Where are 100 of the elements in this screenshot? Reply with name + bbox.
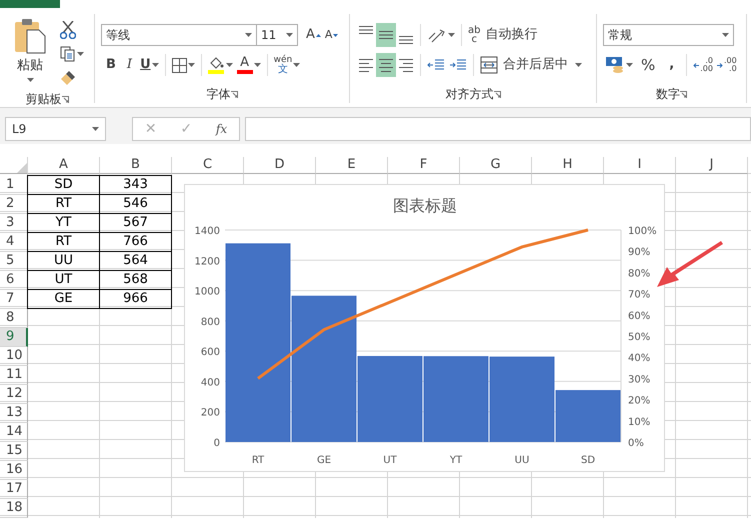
dialog-launcher-icon[interactable] <box>494 90 500 98</box>
caret-icon <box>152 63 159 67</box>
align-button[interactable] <box>376 53 396 77</box>
merge-center-button[interactable]: 合并后居中 <box>478 53 584 77</box>
column-header[interactable]: F <box>388 157 460 174</box>
axis-label: 0% <box>628 438 644 449</box>
arrow-icon <box>693 62 700 68</box>
caret-icon <box>254 63 261 67</box>
formula-input[interactable] <box>245 117 751 141</box>
scissors-icon <box>60 21 76 39</box>
paste-button[interactable]: 粘贴 <box>12 18 48 90</box>
axis-label: 20% <box>628 396 650 407</box>
comma-button[interactable]: , <box>667 53 676 77</box>
dialog-launcher-icon[interactable] <box>230 90 238 98</box>
row-header[interactable]: 5 <box>0 252 28 271</box>
row-header[interactable]: 9 <box>0 328 28 347</box>
shrink-font-button[interactable]: A <box>322 23 340 47</box>
caret-icon <box>626 63 633 67</box>
dialog-launcher-icon[interactable] <box>62 96 68 102</box>
table-cell: GE <box>27 289 100 309</box>
align-button[interactable] <box>376 23 396 47</box>
column-header[interactable]: C <box>172 157 244 174</box>
horizontal-align-icon <box>399 58 413 72</box>
row-header[interactable]: 2 <box>0 195 28 214</box>
percent-button[interactable]: % <box>639 53 658 77</box>
chart-title: 图表标题 <box>393 196 457 215</box>
group-label: 数字 <box>656 86 680 103</box>
row-header[interactable]: 16 <box>0 461 28 480</box>
grow-font-button[interactable]: A <box>304 23 323 47</box>
name-box[interactable]: L9 <box>5 117 106 141</box>
column-header[interactable]: J <box>676 157 748 174</box>
row-header[interactable]: 3 <box>0 214 28 233</box>
color-bar <box>236 70 253 74</box>
caret-icon <box>293 63 300 67</box>
clipboard-icon <box>14 18 46 54</box>
caret-icon <box>286 33 293 37</box>
caret-icon <box>188 63 195 67</box>
row-header[interactable]: 11 <box>0 366 28 385</box>
decrease-decimal-button[interactable]: .00 .0 <box>714 53 739 77</box>
group-label: 剪贴板 <box>26 91 62 108</box>
group-label: 字体 <box>206 86 230 103</box>
column-header[interactable]: H <box>532 157 604 174</box>
axis-label: 30% <box>628 374 650 386</box>
row-header[interactable]: 18 <box>0 499 28 518</box>
column-header[interactable]: D <box>244 157 316 174</box>
category-label: RT <box>252 455 264 466</box>
column-header[interactable]: I <box>604 157 676 174</box>
italic-button[interactable]: I <box>120 53 138 77</box>
row-header[interactable]: 14 <box>0 423 28 442</box>
font-size-field[interactable]: 11 <box>257 24 298 46</box>
font-name-field[interactable]: 等线 <box>101 24 257 46</box>
angled-text-icon <box>427 27 447 43</box>
axis-label: 0 <box>214 438 220 449</box>
column-header[interactable]: E <box>316 157 388 174</box>
phonetic-guide-button[interactable]: wén 文 <box>272 53 302 77</box>
axis-label: 200 <box>200 408 220 419</box>
dialog-launcher-icon[interactable] <box>680 90 687 98</box>
brush-icon <box>60 70 76 86</box>
vertical-align-icon <box>359 26 373 34</box>
caret-icon <box>448 33 455 37</box>
caret-icon <box>245 33 252 37</box>
category-label: UT <box>383 455 397 466</box>
row-header[interactable]: 7 <box>0 290 28 309</box>
increase-decimal-button[interactable]: .0 .00 <box>691 53 715 77</box>
row-header[interactable]: 1 <box>0 176 28 195</box>
axis-label: 600 <box>200 347 220 358</box>
axis-label: 90% <box>628 247 650 258</box>
caret-icon <box>26 78 34 82</box>
caret-icon <box>92 127 99 131</box>
column-header[interactable]: B <box>100 157 172 174</box>
category-label: GE <box>316 455 332 466</box>
axis-label: 1400 <box>194 226 220 237</box>
row-header[interactable]: 12 <box>0 385 28 404</box>
row-header[interactable]: 10 <box>0 347 28 366</box>
money-icon <box>605 56 625 74</box>
underline-button[interactable]: U <box>138 53 161 77</box>
insert-function-button[interactable]: fx <box>216 120 228 138</box>
table-cell: 343 <box>99 175 172 195</box>
horizontal-align-icon <box>359 58 373 72</box>
axis-label: 80% <box>628 268 650 280</box>
row-header[interactable]: 6 <box>0 271 28 290</box>
row-header[interactable]: 13 <box>0 404 28 423</box>
caret-icon <box>77 52 84 56</box>
font-color-button[interactable]: A <box>234 53 263 77</box>
paint-bucket-icon <box>208 56 225 74</box>
number-format-field[interactable]: 常规 <box>603 24 734 46</box>
category-label: SD <box>580 455 596 466</box>
category-label: YT <box>450 455 462 466</box>
row-header[interactable]: 15 <box>0 442 28 461</box>
axis-label: 1000 <box>194 286 220 298</box>
axis-label: 100% <box>628 226 657 237</box>
axis-label: 400 <box>200 377 220 388</box>
bold-button[interactable]: B <box>101 53 121 77</box>
caret-icon <box>722 33 729 37</box>
row-header[interactable]: 17 <box>0 480 28 499</box>
row-header[interactable]: 4 <box>0 233 28 252</box>
column-header[interactable]: G <box>460 157 532 174</box>
axis-label: 70% <box>628 290 650 301</box>
merge-cells-icon <box>480 56 498 74</box>
column-header[interactable]: A <box>28 157 100 174</box>
